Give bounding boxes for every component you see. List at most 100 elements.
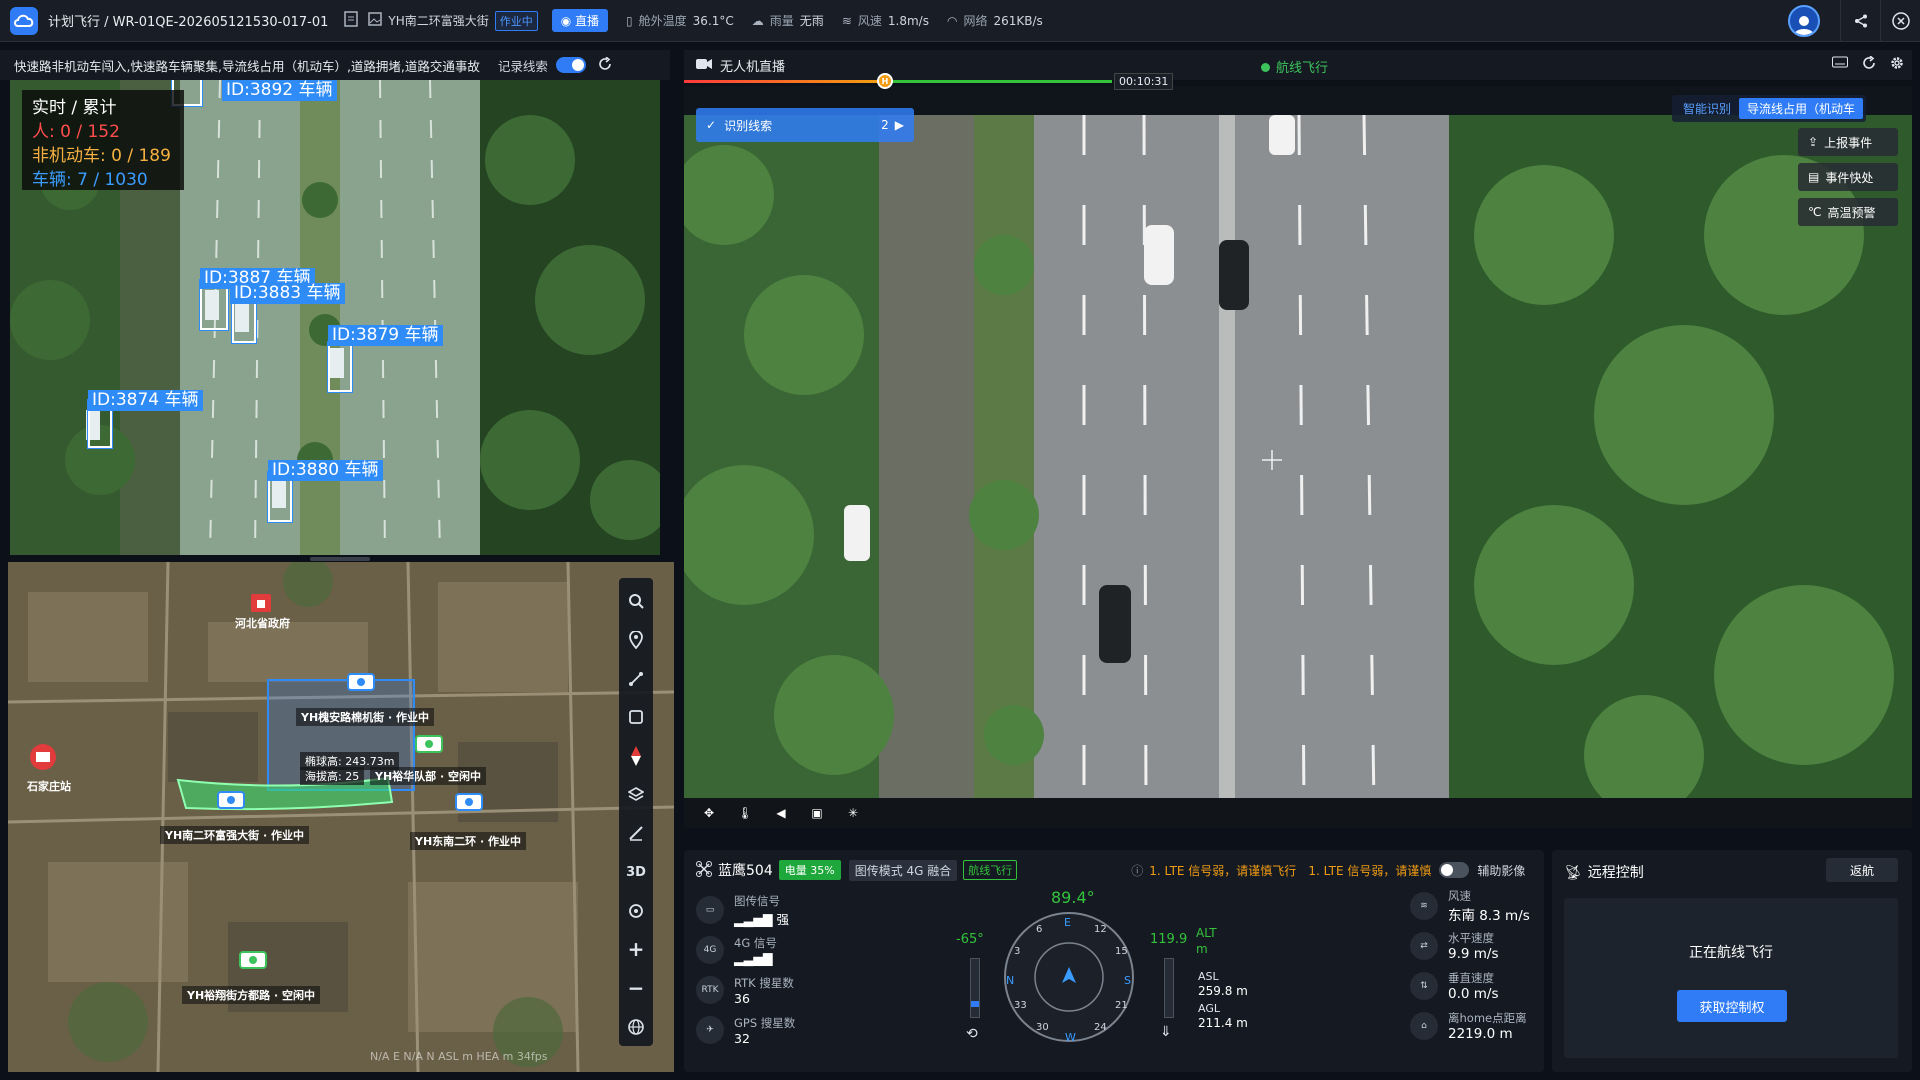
rt-value: 东南 8.3 m/s — [1448, 908, 1530, 924]
top-right-actions — [1788, 0, 1920, 42]
network-label: 网络 — [963, 14, 988, 28]
cabin-temp: ▯ 舱外温度 36.1°C — [622, 12, 734, 29]
measure-icon[interactable] — [619, 814, 653, 853]
vertical-speed: ⇅ 垂直速度 0.0 m/s — [1410, 968, 1540, 1004]
quick-handle-icon: ▤ — [1808, 170, 1820, 184]
report-event-button[interactable]: ⇪ 上报事件 — [1798, 128, 1898, 156]
map-label-uav-station-e[interactable]: YH裕翔街方都路 · 空闲中 — [182, 986, 321, 1004]
camera-icon[interactable]: ▣ — [802, 800, 832, 826]
gov-marker-icon[interactable] — [248, 592, 274, 616]
zoom-out-icon[interactable]: − — [619, 969, 653, 1008]
avatar[interactable] — [1788, 5, 1820, 37]
rt-value: 0.0 m/s — [1448, 986, 1499, 1002]
remote-control-panel: 📡︎ 远程控制 返航 正在航线飞行 获取控制权 — [1552, 850, 1912, 1072]
gimbal-icon[interactable]: ✥ — [694, 800, 724, 826]
gimbal-reset-icon[interactable]: ⟲ — [966, 1026, 978, 1042]
route-progress-bar[interactable] — [684, 80, 1112, 83]
quick-handle-button[interactable]: ▤ 事件快处 — [1798, 163, 1898, 191]
3d-view-button[interactable]: 3D — [619, 853, 653, 892]
station-marker-icon[interactable] — [28, 742, 58, 772]
route-icon[interactable] — [619, 659, 653, 698]
refresh-icon[interactable] — [1862, 55, 1876, 73]
pitch-indicator — [971, 1001, 979, 1007]
satellite-map[interactable]: 河北省政府 石家庄站 YH槐安路棉机街 · 作业中 YH裕华队部 · 空闲中 Y… — [8, 562, 674, 1072]
compass-icon[interactable] — [619, 737, 653, 776]
warning-text: 1. LTE 信号弱，请谨慎飞行 — [1149, 863, 1297, 878]
record-toggle[interactable] — [555, 57, 586, 73]
agl-value: 211.4 m — [1198, 1016, 1248, 1030]
home-distance: ⌂ 离home点距离 2219.0 m — [1410, 1008, 1540, 1044]
drone-marker-icon[interactable] — [214, 786, 248, 812]
ai-recognition-button[interactable]: 智能识别 — [1675, 98, 1739, 119]
asl-value: 259.8 m — [1198, 984, 1248, 998]
wind-label: 风速 — [857, 14, 882, 28]
wind-icon: ≋ — [841, 13, 852, 28]
live-button[interactable]: ◉ 直播 — [551, 9, 609, 32]
keyboard-icon[interactable] — [1832, 56, 1848, 73]
wind-value: 1.8m/s — [887, 13, 929, 28]
progress-home-marker[interactable]: H — [877, 73, 893, 89]
aux-image-toggle[interactable] — [1439, 862, 1470, 878]
heading-readout: 89.4° — [1051, 888, 1095, 907]
alt-label: ALT — [1196, 926, 1217, 940]
compass-label: S — [1124, 974, 1131, 987]
aerial-highway-frame — [684, 115, 1912, 807]
clue-check-icon: ✓ — [706, 118, 717, 132]
flare-icon[interactable]: ✳ — [838, 800, 868, 826]
play-arrow-icon: ▶ — [894, 118, 904, 132]
drone-marker-icon[interactable] — [344, 668, 378, 694]
refresh-icon[interactable] — [598, 55, 612, 74]
record-label: 记录线索 — [497, 58, 548, 74]
rt-label: 水平速度 — [1448, 931, 1494, 945]
clue-label: 识别线索 — [724, 118, 773, 133]
detection-label: ID:3874 车辆 — [88, 390, 203, 411]
stats-vehicle: 车辆: 7 / 1030 — [32, 170, 148, 190]
share-icon[interactable] — [1840, 0, 1880, 42]
detection-label: ID:3883 车辆 — [230, 283, 345, 304]
drone-marker-icon[interactable] — [412, 730, 446, 756]
document-icon[interactable] — [344, 11, 359, 30]
globe-icon[interactable] — [619, 1007, 653, 1046]
high-temp-alert-button[interactable]: ℃ 高温预警 — [1798, 198, 1898, 226]
panel-resize-handle[interactable] — [310, 557, 370, 561]
thermometer-icon: ℃ — [1808, 205, 1822, 219]
rain-cloud-icon: ☁ — [751, 13, 764, 28]
map-label-uav-station-c[interactable]: YH南二环富强大街 · 作业中 — [160, 826, 310, 844]
location-pin-icon[interactable] — [619, 621, 653, 660]
image-signal: ▭ 图传信号 ▂▃▅▇ 强 — [696, 892, 846, 928]
signal-value: 36 — [734, 990, 750, 1006]
drone-marker-icon[interactable] — [452, 788, 486, 814]
signal-label: 4G 信号 — [734, 935, 777, 950]
map-label-uav-station-a[interactable]: YH槐安路棉机街 · 作业中 — [296, 708, 435, 726]
satellite-imagery — [8, 562, 674, 1072]
compass-label: 6 — [1036, 924, 1043, 935]
live-header: 无人机直播 航线飞行 — [684, 50, 1912, 80]
map-search-icon[interactable] — [619, 582, 653, 621]
drone-marker-icon[interactable] — [236, 946, 270, 972]
thermometer-icon: ▯ — [626, 13, 633, 28]
acquire-control-button[interactable]: 获取控制权 — [1677, 990, 1787, 1022]
clue-panel[interactable]: ✓ 识别线索 2 ▶ — [696, 108, 914, 142]
detection-label: ID:3892 车辆 — [222, 80, 337, 101]
return-home-button[interactable]: 返航 — [1826, 858, 1898, 882]
route-flight-badge: 航线飞行 — [963, 860, 1018, 880]
ai-mode-button[interactable]: 导流线占用（机动车 — [1739, 98, 1864, 119]
layers-icon[interactable] — [619, 775, 653, 814]
close-icon[interactable] — [1880, 0, 1920, 42]
map-label-uav-station-d[interactable]: YH东南二环 · 作业中 — [410, 832, 527, 850]
live-icon: ◉ — [560, 14, 576, 28]
zoom-in-icon[interactable]: + — [619, 930, 653, 969]
target-icon[interactable] — [619, 891, 653, 930]
compass-label: 30 — [1036, 1022, 1049, 1033]
thermometer-icon[interactable]: 🌡︎ — [730, 800, 760, 826]
polygon-icon[interactable] — [619, 698, 653, 737]
compass-label: 21 — [1115, 1000, 1128, 1011]
drone-icon — [696, 860, 712, 880]
settings-gear-icon[interactable] — [1890, 56, 1904, 73]
drone-live-video[interactable] — [684, 115, 1912, 807]
aux-image-label: 辅助影像 — [1477, 863, 1526, 878]
transmit-mode: 图传模式 4G 融合 — [848, 859, 958, 881]
speaker-icon[interactable]: ◀ — [766, 800, 796, 826]
task-name: YH南二环富强大街 作业中 — [388, 10, 538, 31]
warning-text: 1. LTE 信号弱，请谨慎 — [1308, 863, 1432, 878]
